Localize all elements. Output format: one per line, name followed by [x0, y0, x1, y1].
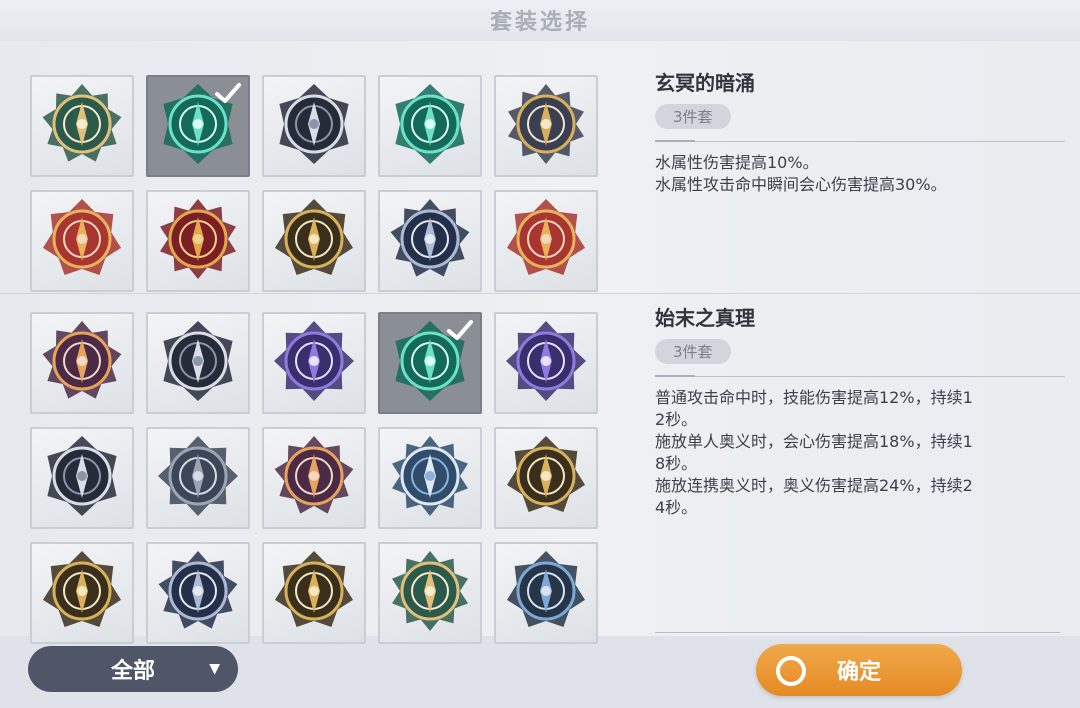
mountain-emblem-icon [40, 434, 124, 522]
set-1-effects: 水属性伤害提高10%。 水属性攻击命中瞬间会心伤害提高30%。 [655, 152, 1065, 196]
set-2-divider [655, 375, 1065, 377]
crossed-blades-emblem-icon [388, 549, 472, 637]
set-2-info: 始末之真理 3件套 普通攻击命中时，技能伤害提高12%，持续1 2秒。 施放单人… [655, 302, 1065, 519]
set-slot[interactable] [378, 312, 482, 414]
filter-dropdown[interactable]: 全部 ▼ [28, 646, 238, 692]
set-slot[interactable] [494, 75, 598, 177]
set-slot[interactable] [146, 312, 250, 414]
set-slot[interactable] [378, 190, 482, 292]
set-slot[interactable] [30, 542, 134, 644]
pink-swirl-emblem-icon [156, 549, 240, 637]
set-slot[interactable] [146, 75, 250, 177]
crimson-crest-emblem-icon [272, 319, 356, 407]
set-panel-2: 始末之真理 3件套 普通攻击命中时，技能伤害提高12%，持续1 2秒。 施放单人… [0, 294, 1080, 644]
set-slot[interactable] [30, 190, 134, 292]
set-slot[interactable] [30, 427, 134, 529]
set-slot[interactable] [494, 312, 598, 414]
set-1-effect-line: 水属性攻击命中瞬间会心伤害提高30%。 [655, 175, 947, 194]
golden-mask-emblem-icon [504, 319, 588, 407]
set-2-piece-badge: 3件套 [655, 339, 731, 364]
set-slot[interactable] [262, 190, 366, 292]
set-slot[interactable] [262, 75, 366, 177]
title-bar: 套装选择 [0, 0, 1080, 40]
page-title: 套装选择 [489, 10, 590, 35]
set-slot[interactable] [262, 427, 366, 529]
set-1-info: 玄冥的暗涌 3件套 水属性伤害提高10%。 水属性攻击命中瞬间会心伤害提高30%… [655, 67, 1065, 196]
circle-icon [776, 656, 806, 686]
set-slot[interactable] [494, 190, 598, 292]
set-slot[interactable] [146, 542, 250, 644]
filter-label: 全部 [110, 659, 155, 684]
set-2-effect-line: 施放单人奥义时，会心伤害提高18%，持续1 8秒。 [655, 432, 973, 473]
set-slot[interactable] [30, 75, 134, 177]
crescent-emblem-icon [504, 82, 588, 170]
set-slot[interactable] [146, 190, 250, 292]
set-slot[interactable] [494, 427, 598, 529]
blue-compass-emblem-icon [272, 197, 356, 285]
set-2-effect-line: 施放连携奥义时，奥义伤害提高24%，持续2 4秒。 [655, 476, 973, 517]
violet-arch-emblem-icon [156, 197, 240, 285]
set-2-effect-line: 普通攻击命中时，技能伤害提高12%，持续1 2秒。 [655, 388, 973, 429]
chevron-down-icon: ▼ [209, 661, 220, 677]
dark-crest-emblem-icon [504, 434, 588, 522]
tiger-emblem-icon [388, 82, 472, 170]
wolf-emblem-icon [156, 434, 240, 522]
violet-arch-emblem-icon [40, 319, 124, 407]
set-1-effect-line: 水属性伤害提高10%。 [655, 153, 819, 172]
set-slot[interactable] [494, 542, 598, 644]
set-2-name: 始末之真理 [655, 306, 755, 330]
confirm-button[interactable]: 确定 [756, 644, 962, 696]
blue-compass-emblem-icon [156, 319, 240, 407]
star-emblem-icon [272, 434, 356, 522]
lotus-emblem-icon [504, 197, 588, 285]
set-slot[interactable] [262, 312, 366, 414]
set-slot[interactable] [30, 312, 134, 414]
set-slot[interactable] [378, 542, 482, 644]
set-slot[interactable] [378, 75, 482, 177]
set-1-piece-badge: 3件套 [655, 104, 731, 129]
list-bottom-divider [655, 632, 1060, 633]
teal-wave-emblem-icon [40, 549, 124, 637]
set-panel-1: 玄冥的暗涌 3件套 水属性伤害提高10%。 水属性攻击命中瞬间会心伤害提高30%… [0, 41, 1080, 294]
set-slot[interactable] [378, 427, 482, 529]
confirm-label: 确定 [836, 660, 881, 685]
set-1-divider [655, 140, 1065, 142]
set-slot[interactable] [262, 542, 366, 644]
crimson-crest-emblem-icon [388, 197, 472, 285]
set-slot[interactable] [146, 427, 250, 529]
jade-cross-emblem-icon [504, 549, 588, 637]
snake-triangle-emblem-icon [388, 434, 472, 522]
set-2-effects: 普通攻击命中时，技能伤害提高12%，持续1 2秒。 施放单人奥义时，会心伤害提高… [655, 387, 1065, 519]
spiral-emblem-icon [40, 82, 124, 170]
pharaoh-emblem-icon [272, 549, 356, 637]
red-orbit-emblem-icon [40, 197, 124, 285]
horned-mask-emblem-icon [272, 82, 356, 170]
set-1-name: 玄冥的暗涌 [655, 71, 755, 95]
